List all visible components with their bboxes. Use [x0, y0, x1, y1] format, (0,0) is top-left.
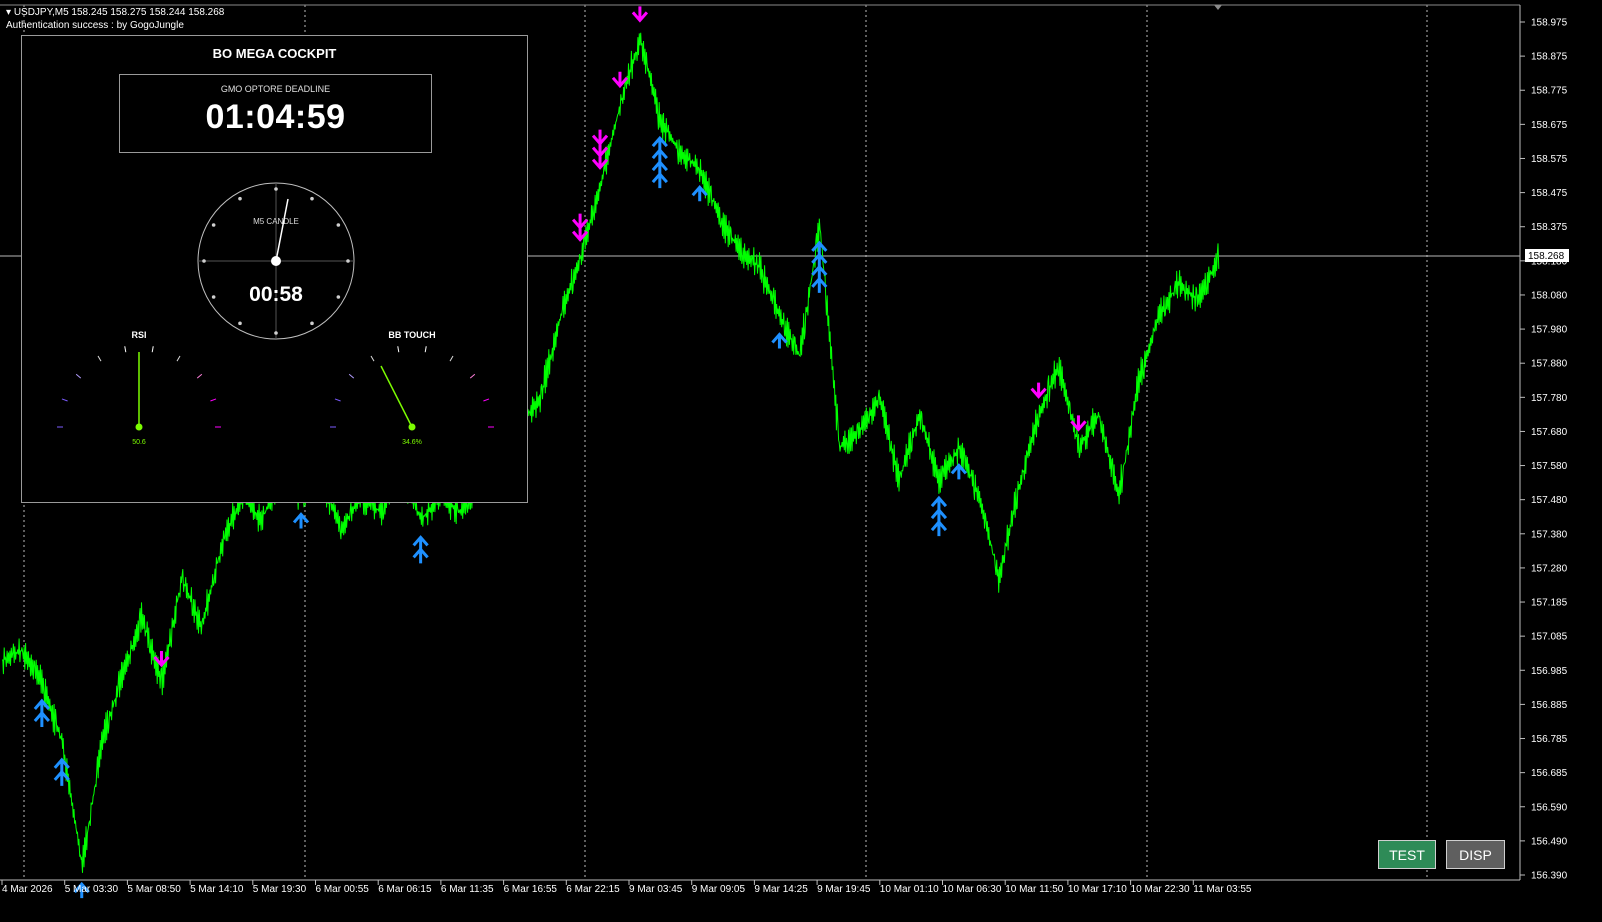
- clock-tick: [238, 196, 242, 201]
- time-tick-label: 10 Mar 01:10: [880, 884, 939, 895]
- price-tick-label: 158.375: [1531, 222, 1568, 233]
- price-tick-label: 157.580: [1531, 461, 1568, 472]
- clock-tick: [346, 259, 350, 263]
- gauge-tick: [176, 355, 181, 362]
- price-tick-label: 158.875: [1531, 52, 1568, 63]
- current-price-label: 158.268: [1528, 251, 1565, 262]
- time-tick-label: 9 Mar 14:25: [754, 884, 808, 895]
- menu-triangle-icon[interactable]: ▾: [6, 7, 11, 18]
- time-tick-label: 11 Mar 03:55: [1193, 884, 1252, 895]
- clock-tick: [310, 196, 314, 201]
- price-tick-label: 157.280: [1531, 563, 1568, 574]
- price-tick-label: 156.590: [1531, 802, 1568, 813]
- clock-hub: [271, 256, 281, 266]
- bb-value: 34.6%: [402, 439, 422, 446]
- gauges: M5 CANDLE 00:58 RSI 50.6 BB TOUCH 34.6%: [57, 182, 494, 446]
- time-tick-label: 10 Mar 11:50: [1005, 884, 1064, 895]
- price-tick-label: 156.985: [1531, 666, 1568, 677]
- bb-touch-gauge: BB TOUCH 34.6%: [330, 330, 494, 446]
- price-tick-label: 158.775: [1531, 86, 1568, 97]
- clock-tick: [274, 331, 278, 335]
- candle-clock: M5 CANDLE 00:58: [197, 182, 355, 340]
- gauge-tick: [210, 398, 217, 402]
- price-tick-label: 157.185: [1531, 598, 1568, 609]
- gauge-tick: [196, 373, 203, 379]
- time-tick-label: 6 Mar 00:55: [316, 884, 370, 895]
- time-tick-label: 10 Mar 17:10: [1068, 884, 1127, 895]
- gauge-tick: [370, 355, 375, 362]
- time-tick-label: 6 Mar 22:15: [566, 884, 620, 895]
- gauge-tick: [348, 373, 355, 379]
- price-tick-label: 158.575: [1531, 154, 1568, 165]
- time-tick-label: 6 Mar 06:15: [378, 884, 432, 895]
- time-tick-label: 5 Mar 03:30: [65, 884, 119, 895]
- clock-tick: [336, 223, 341, 227]
- time-tick-label: 5 Mar 19:30: [253, 884, 307, 895]
- bb-label: BB TOUCH: [388, 330, 435, 340]
- auth-status: Authentication success : by GogoJungle: [6, 20, 184, 31]
- rsi-gauge: RSI 50.6: [57, 330, 221, 446]
- price-tick-label: 158.675: [1531, 120, 1568, 131]
- price-tick-label: 157.680: [1531, 427, 1568, 438]
- gauge-tick: [424, 346, 427, 353]
- gauge-tick: [449, 355, 454, 362]
- price-tick-label: 157.380: [1531, 529, 1568, 540]
- gauge-tick: [469, 373, 476, 379]
- price-tick-label: 157.980: [1531, 325, 1568, 336]
- clock-tick: [336, 295, 341, 299]
- clock-value: 00:58: [249, 283, 303, 306]
- bo-mega-cockpit-panel: BO MEGA COCKPIT GMO OPTORE DEADLINE 01:0…: [21, 35, 528, 503]
- time-tick-label: 5 Mar 14:10: [190, 884, 244, 895]
- price-tick-label: 156.685: [1531, 768, 1568, 779]
- gauge-tick: [124, 346, 127, 353]
- price-tick-label: 157.480: [1531, 495, 1568, 506]
- time-tick-label: 10 Mar 06:30: [943, 884, 1002, 895]
- rsi-value: 50.6: [132, 439, 146, 446]
- gauge-tick: [151, 346, 154, 353]
- price-tick-label: 157.780: [1531, 393, 1568, 404]
- bb-needle: [380, 365, 413, 428]
- clock-label: M5 CANDLE: [253, 217, 299, 226]
- symbol-header: ▾ USDJPY,M5 158.245 158.275 158.244 158.…: [6, 7, 224, 18]
- disp-button[interactable]: DISP: [1446, 840, 1505, 869]
- clock-tick: [238, 321, 242, 326]
- clock-hand: [275, 198, 289, 262]
- time-tick-label: 6 Mar 11:35: [441, 884, 494, 895]
- gauge-tick: [61, 398, 68, 402]
- symbol-info: USDJPY,M5 158.245 158.275 158.244 158.26…: [13, 7, 225, 18]
- price-tick-label: 157.880: [1531, 359, 1568, 370]
- bb-hub: [408, 423, 416, 431]
- gauge-tick: [397, 346, 400, 353]
- clock-tick: [202, 259, 206, 263]
- gauge-tick: [75, 373, 82, 379]
- price-tick-label: 158.475: [1531, 188, 1568, 199]
- gauge-tick: [97, 355, 102, 362]
- clock-tick: [211, 295, 216, 299]
- price-tick-label: 156.390: [1531, 871, 1568, 882]
- time-tick-label: 9 Mar 03:45: [629, 884, 683, 895]
- time-tick-label: 6 Mar 16:55: [504, 884, 558, 895]
- rsi-label: RSI: [131, 330, 146, 340]
- price-tick-label: 158.975: [1531, 18, 1568, 29]
- time-tick-label: 10 Mar 22:30: [1131, 884, 1190, 895]
- test-button[interactable]: TEST: [1378, 840, 1436, 869]
- time-tick-label: 9 Mar 09:05: [692, 884, 746, 895]
- time-tick-label: 5 Mar 08:50: [127, 884, 181, 895]
- clock-tick: [310, 321, 314, 326]
- time-tick-label: 9 Mar 19:45: [817, 884, 871, 895]
- price-tick-label: 156.885: [1531, 700, 1568, 711]
- rsi-hub: [135, 423, 143, 431]
- clock-tick: [274, 187, 278, 191]
- price-tick-label: 158.080: [1531, 290, 1568, 301]
- gauge-tick: [334, 398, 341, 402]
- price-tick-label: 156.785: [1531, 734, 1568, 745]
- clock-tick: [211, 223, 216, 227]
- price-tick-label: 156.490: [1531, 836, 1568, 847]
- price-tick-label: 157.085: [1531, 632, 1568, 643]
- time-tick-label: 4 Mar 2026: [2, 884, 53, 895]
- gauge-tick: [483, 398, 490, 402]
